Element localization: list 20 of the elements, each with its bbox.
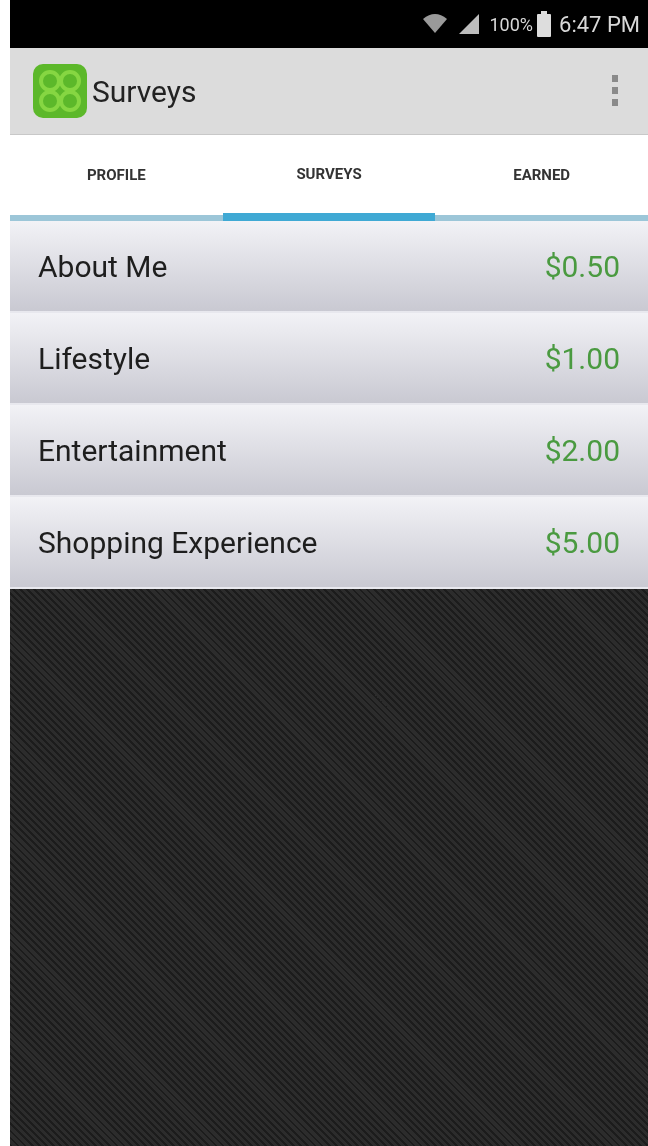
signal-icon xyxy=(457,12,482,36)
survey-name: Lifestyle xyxy=(38,339,151,378)
app-logo-icon xyxy=(32,63,88,119)
survey-row[interactable]: About Me $0.50 xyxy=(10,221,648,313)
survey-name: Entertainment xyxy=(38,431,227,470)
survey-row[interactable]: Entertainment $2.00 xyxy=(10,405,648,497)
survey-row[interactable]: Shopping Experience $5.00 xyxy=(10,497,648,589)
battery-percent: 100% xyxy=(489,12,534,37)
survey-reward: $5.00 xyxy=(544,523,620,562)
clock: 6:47 PM xyxy=(559,10,640,39)
survey-reward: $2.00 xyxy=(544,431,620,470)
battery-icon xyxy=(537,11,552,37)
survey-row[interactable]: Lifestyle $1.00 xyxy=(10,313,648,405)
survey-name: Shopping Experience xyxy=(38,523,318,562)
survey-reward: $1.00 xyxy=(544,339,620,378)
tab[interactable]: EARNED xyxy=(435,135,648,215)
tab[interactable]: PROFILE xyxy=(10,135,223,215)
survey-name: About Me xyxy=(38,247,168,286)
app-title: Surveys xyxy=(92,72,198,111)
survey-reward: $0.50 xyxy=(544,247,620,286)
